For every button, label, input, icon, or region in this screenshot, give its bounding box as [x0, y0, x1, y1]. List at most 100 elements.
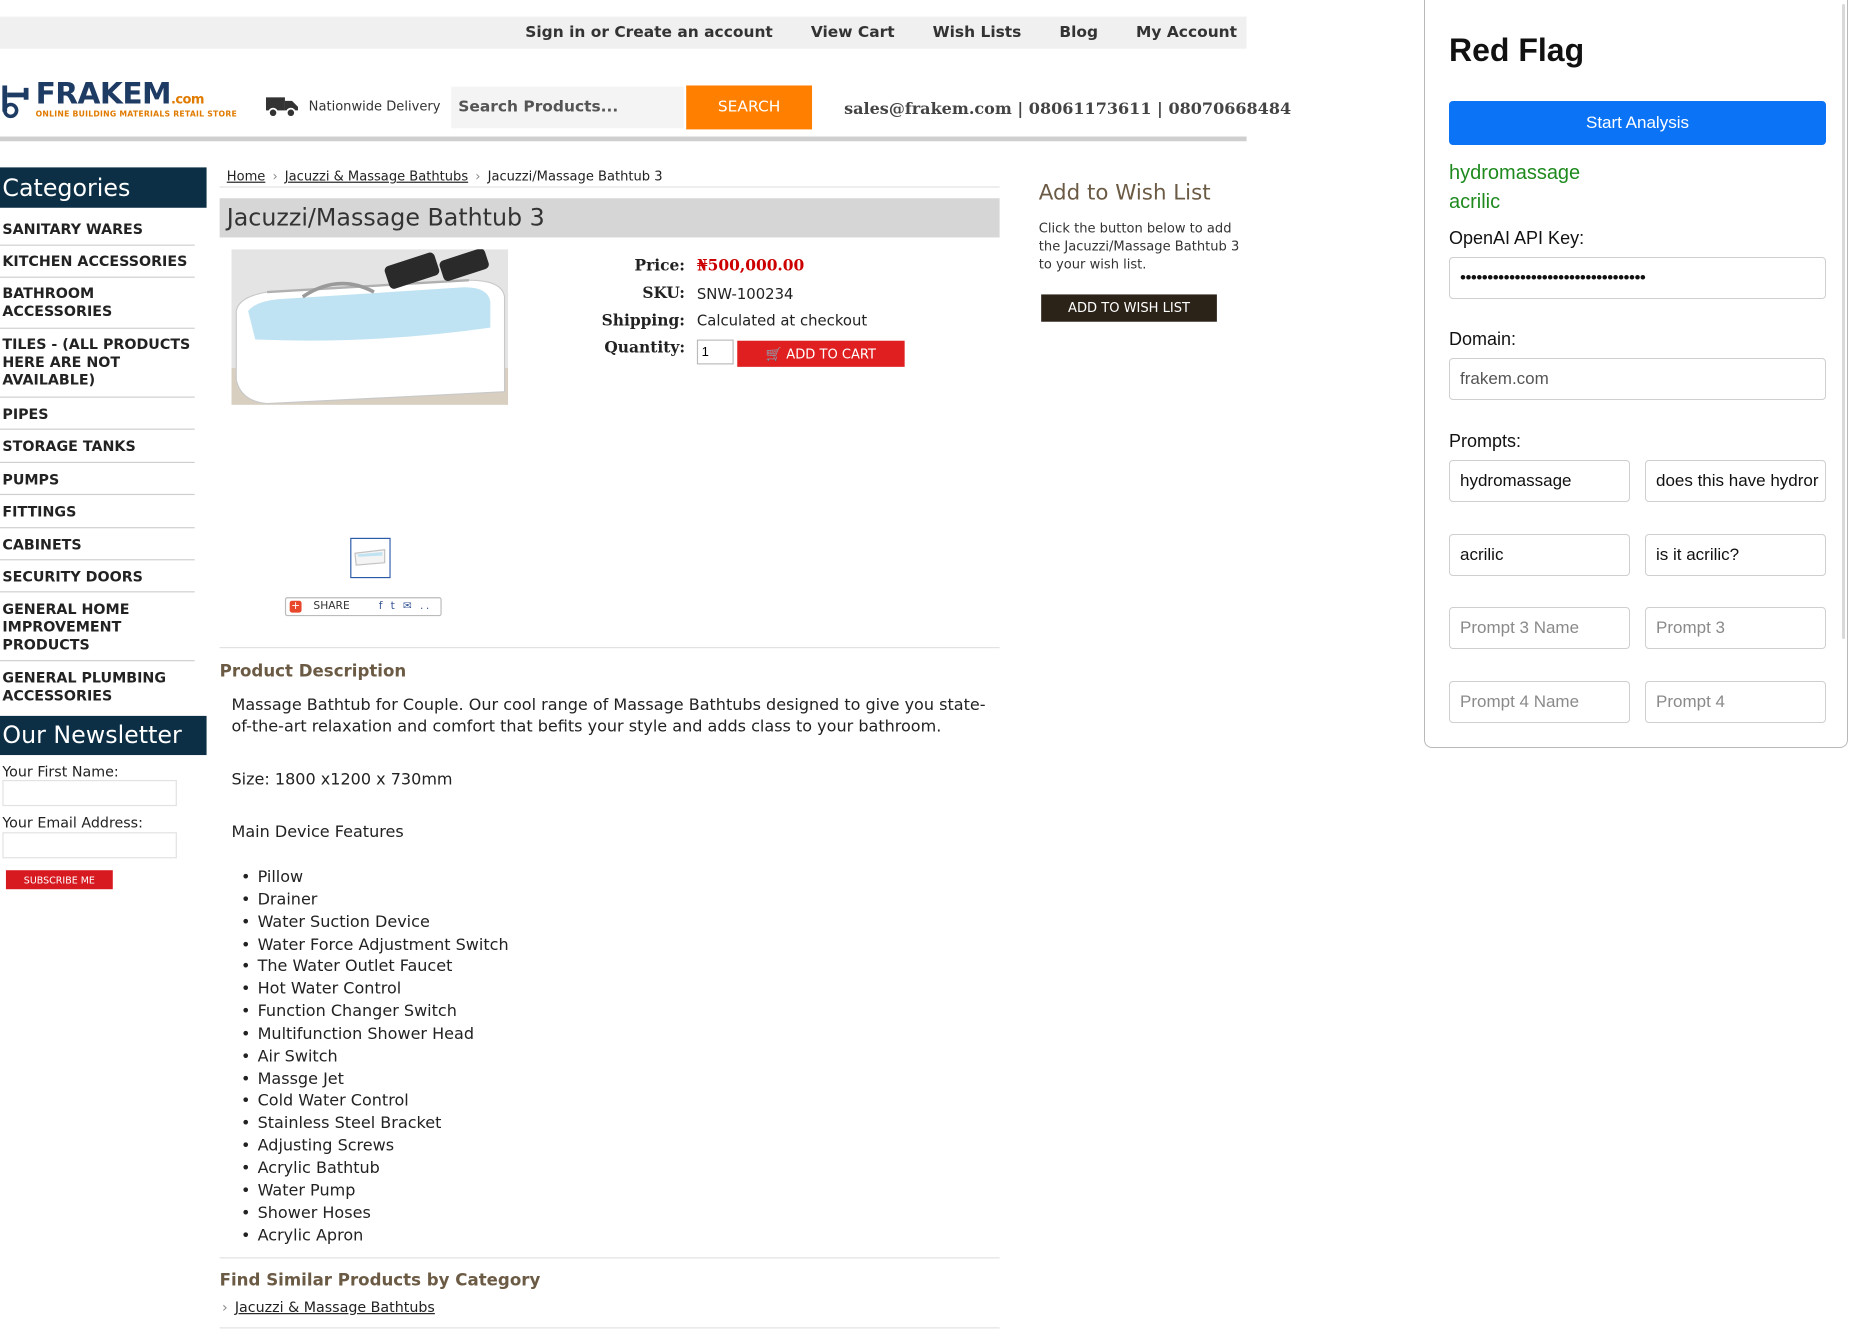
quantity-input[interactable] [696, 339, 734, 365]
similar-category-link[interactable]: Jacuzzi & Massage Bathtubs [235, 1299, 435, 1316]
search-input[interactable] [451, 86, 684, 129]
list-item: Shower Hoses [241, 1202, 509, 1224]
description-size: Size: 1800 x1200 x 730mm [231, 770, 453, 790]
nav-sign-in[interactable]: Sign in or Create an account [525, 24, 773, 42]
similar-category: › Jacuzzi & Massage Bathtubs [222, 1299, 435, 1316]
sku-label: SKU: [642, 284, 686, 303]
prompt-3-input[interactable] [1645, 607, 1826, 649]
breadcrumb-chevron-icon: › [272, 168, 278, 185]
list-item: Water Force Adjustment Switch [241, 934, 509, 956]
breadcrumb-chevron-icon: › [475, 168, 481, 185]
category-pipes[interactable]: PIPES [0, 398, 195, 430]
category-storage-tanks[interactable]: STORAGE TANKS [0, 430, 195, 464]
category-general-home-improvement[interactable]: GENERAL HOME IMPROVEMENT PRODUCTS [0, 592, 195, 662]
api-key-input[interactable] [1449, 257, 1826, 299]
shipping-value: Calculated at checkout [696, 311, 868, 329]
list-item: Pillow [241, 867, 509, 889]
list-item: Drainer [241, 889, 509, 911]
subscribe-button[interactable]: SUBSCRIBE ME [5, 870, 113, 890]
add-to-cart-button[interactable]: 🛒 ADD TO CART [737, 340, 905, 367]
panel-scrollbar[interactable] [1842, 4, 1845, 639]
list-item: Acrylic Apron [241, 1225, 509, 1247]
chevron-right-icon: › [222, 1298, 228, 1316]
list-item: Adjusting Screws [241, 1135, 509, 1157]
email-input[interactable] [2, 832, 177, 859]
list-item: Massge Jet [241, 1068, 509, 1090]
api-key-label: OpenAI API Key: [1449, 228, 1585, 248]
nav-view-cart[interactable]: View Cart [811, 24, 895, 42]
result-acrilic: acrilic [1449, 191, 1501, 213]
add-to-cart-label: ADD TO CART [786, 346, 877, 362]
product-thumbnail[interactable] [350, 537, 391, 579]
red-flag-panel: Red Flag Start Analysis hydromassage acr… [1424, 0, 1848, 748]
category-security-doors[interactable]: SECURITY DOORS [0, 560, 195, 593]
domain-label: Domain: [1449, 329, 1517, 349]
list-item: Function Changer Switch [241, 1001, 509, 1023]
wheelbarrow-icon [2, 85, 29, 119]
thumbnail-image [351, 538, 390, 577]
price-label: Price: [634, 257, 686, 276]
product-title: Jacuzzi/Massage Bathtub 3 [219, 198, 1000, 238]
prompt-1-input[interactable] [1645, 460, 1826, 502]
list-item: Cold Water Control [241, 1090, 509, 1112]
category-kitchen-accessories[interactable]: KITCHEN ACCESSORIES [0, 246, 195, 278]
categories-heading: Categories [0, 167, 207, 208]
list-item: Acrylic Bathtub [241, 1157, 509, 1179]
prompt-4-input[interactable] [1645, 681, 1826, 723]
features-heading: Main Device Features [231, 822, 404, 842]
sku-value: SNW-100234 [696, 284, 794, 303]
category-general-plumbing[interactable]: GENERAL PLUMBING ACCESSORIES [0, 661, 195, 711]
share-label: SHARE [313, 600, 350, 613]
start-analysis-button[interactable]: Start Analysis [1449, 101, 1826, 145]
share-button[interactable]: + SHARE f t ✉ .. [284, 597, 442, 617]
header-divider [0, 136, 1247, 142]
section-divider [219, 647, 1000, 649]
quantity-label: Quantity: [604, 339, 686, 358]
site-logo[interactable]: FRAKEM.com ONLINE BUILDING MATERIALS RET… [0, 76, 243, 123]
email-label: Your Email Address: [2, 814, 143, 832]
newsletter-heading: Our Newsletter [0, 715, 207, 756]
bathtub-product-image[interactable] [231, 249, 509, 405]
delivery-info: Nationwide Delivery [265, 93, 440, 119]
share-plus-icon: + [289, 600, 302, 613]
logo-wordmark: FRAKEM.com [35, 75, 205, 111]
search-button[interactable]: SEARCH [686, 85, 813, 130]
delivery-truck-icon [265, 97, 298, 118]
prompts-label: Prompts: [1449, 431, 1522, 451]
price-value: ₦500,000.00 [696, 257, 805, 276]
category-bathroom-accessories[interactable]: BATHROOM ACCESSORIES [0, 278, 195, 329]
features-list: Pillow Drainer Water Suction Device Wate… [241, 867, 509, 1247]
section-divider [219, 1327, 1000, 1329]
first-name-input[interactable] [2, 779, 177, 807]
breadcrumb-home[interactable]: Home [227, 169, 266, 184]
prompt-2-input[interactable] [1645, 534, 1826, 576]
breadcrumb-category[interactable]: Jacuzzi & Massage Bathtubs [285, 169, 468, 184]
category-cabinets[interactable]: CABINETS [0, 528, 195, 561]
nav-my-account[interactable]: My Account [1136, 24, 1237, 42]
prompt-4-name-input[interactable] [1449, 681, 1630, 723]
breadcrumb-current: Jacuzzi/Massage Bathtub 3 [487, 168, 663, 185]
shipping-label: Shipping: [601, 312, 686, 331]
cart-icon: 🛒 [765, 346, 787, 362]
domain-input[interactable] [1449, 358, 1826, 400]
prompt-1-name-input[interactable] [1449, 460, 1630, 502]
breadcrumb-divider [219, 186, 1000, 188]
description-intro: Massage Bathtub for Couple. Our cool ran… [231, 695, 986, 737]
category-pumps[interactable]: PUMPS [0, 463, 195, 496]
category-sanitary-wares[interactable]: SANITARY WARES [0, 214, 195, 246]
breadcrumb: Home › Jacuzzi & Massage Bathtubs › Jacuzzi/… [227, 169, 663, 184]
prompt-3-name-input[interactable] [1449, 607, 1630, 649]
list-item: Hot Water Control [241, 979, 509, 1001]
nav-blog[interactable]: Blog [1059, 24, 1098, 42]
prompt-2-name-input[interactable] [1449, 534, 1630, 576]
list-item: Multifunction Shower Head [241, 1023, 509, 1045]
list-item: Water Pump [241, 1180, 509, 1202]
first-name-label: Your First Name: [2, 763, 119, 780]
add-to-wishlist-button[interactable]: ADD TO WISH LIST [1041, 294, 1217, 322]
list-item: Air Switch [241, 1046, 509, 1068]
category-tiles[interactable]: TILES - (ALL PRODUCTS HERE ARE NOT AVAIL… [0, 329, 195, 398]
category-list: SANITARY WARES KITCHEN ACCESSORIES BATHR… [0, 214, 195, 711]
category-fittings[interactable]: FITTINGS [0, 495, 195, 529]
nav-wish-lists[interactable]: Wish Lists [933, 24, 1022, 42]
contact-info: sales@frakem.com | 08061173611 | 0807066… [844, 99, 1292, 119]
